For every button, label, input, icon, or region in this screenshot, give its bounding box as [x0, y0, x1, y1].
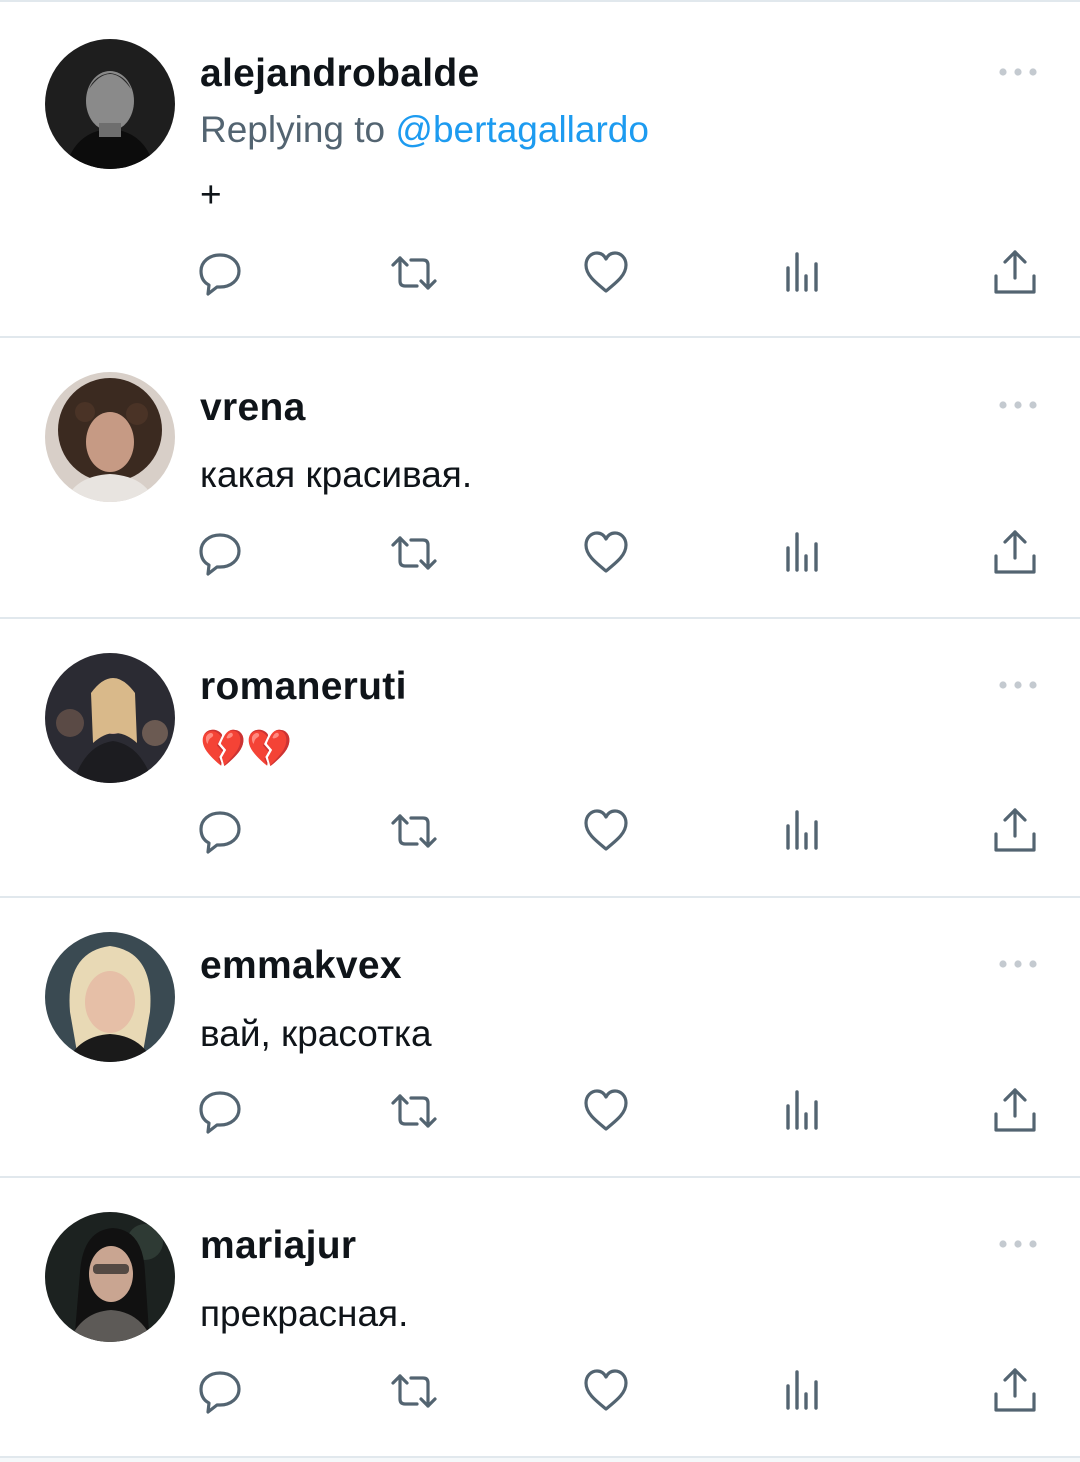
tweet-actions [0, 528, 1080, 578]
reply-icon[interactable] [195, 1086, 245, 1136]
share-icon[interactable] [990, 248, 1040, 298]
tweet[interactable]: romaneruti 💔💔 [0, 619, 1080, 898]
reply-icon[interactable] [195, 806, 245, 856]
replying-to-label: Replying to [200, 109, 386, 150]
avatar[interactable] [45, 932, 175, 1062]
heart-icon[interactable] [581, 248, 631, 298]
reply-icon[interactable] [195, 528, 245, 578]
username[interactable]: romaneruti [200, 667, 407, 706]
tweet-actions [0, 1086, 1080, 1136]
share-icon[interactable] [990, 806, 1040, 856]
heart-icon[interactable] [581, 1366, 631, 1416]
share-icon[interactable] [990, 528, 1040, 578]
views-icon[interactable] [778, 806, 828, 856]
mention-link[interactable]: @bertagallardo [395, 109, 649, 150]
username[interactable]: mariajur [200, 1226, 356, 1265]
tweet-text: какая красивая. [200, 454, 473, 495]
retweet-icon[interactable] [389, 1086, 439, 1136]
tweet-actions [0, 1366, 1080, 1416]
replying-to-line: Replying to @bertagallardo [200, 111, 649, 148]
tweet[interactable]: emmakvex вай, красотка [0, 898, 1080, 1178]
avatar[interactable] [45, 39, 175, 169]
reply-icon[interactable] [195, 248, 245, 298]
reply-icon[interactable] [195, 1366, 245, 1416]
views-icon[interactable] [778, 248, 828, 298]
tweet-text: 💔💔 [200, 728, 293, 769]
retweet-icon[interactable] [389, 528, 439, 578]
replies-feed: alejandrobalde Replying to @bertagallard… [0, 0, 1080, 1462]
heart-icon[interactable] [581, 528, 631, 578]
avatar[interactable] [45, 653, 175, 783]
share-icon[interactable] [990, 1366, 1040, 1416]
avatar[interactable] [45, 1212, 175, 1342]
share-icon[interactable] [990, 1086, 1040, 1136]
more-dots-icon[interactable] [998, 678, 1038, 690]
avatar[interactable] [45, 372, 175, 502]
more-dots-icon[interactable] [998, 1237, 1038, 1249]
tweet[interactable]: mariajur прекрасная. [0, 1178, 1080, 1458]
heart-icon[interactable] [581, 1086, 631, 1136]
retweet-icon[interactable] [389, 806, 439, 856]
more-dots-icon[interactable] [998, 65, 1038, 77]
more-dots-icon[interactable] [998, 957, 1038, 969]
tweet[interactable]: alejandrobalde Replying to @bertagallard… [0, 2, 1080, 338]
views-icon[interactable] [778, 1366, 828, 1416]
heart-icon[interactable] [581, 806, 631, 856]
more-dots-icon[interactable] [998, 398, 1038, 410]
retweet-icon[interactable] [389, 1366, 439, 1416]
username[interactable]: emmakvex [200, 946, 402, 985]
tweet-actions [0, 248, 1080, 298]
username[interactable]: alejandrobalde [200, 54, 479, 93]
views-icon[interactable] [778, 1086, 828, 1136]
feed-bottom-edge [0, 1458, 1080, 1462]
tweet-actions [0, 806, 1080, 856]
retweet-icon[interactable] [389, 248, 439, 298]
tweet[interactable]: vrena какая красивая. [0, 338, 1080, 619]
tweet-text: прекрасная. [200, 1293, 409, 1334]
views-icon[interactable] [778, 528, 828, 578]
username[interactable]: vrena [200, 388, 306, 427]
tweet-text: + [200, 174, 222, 215]
tweet-text: вай, красотка [200, 1013, 432, 1054]
